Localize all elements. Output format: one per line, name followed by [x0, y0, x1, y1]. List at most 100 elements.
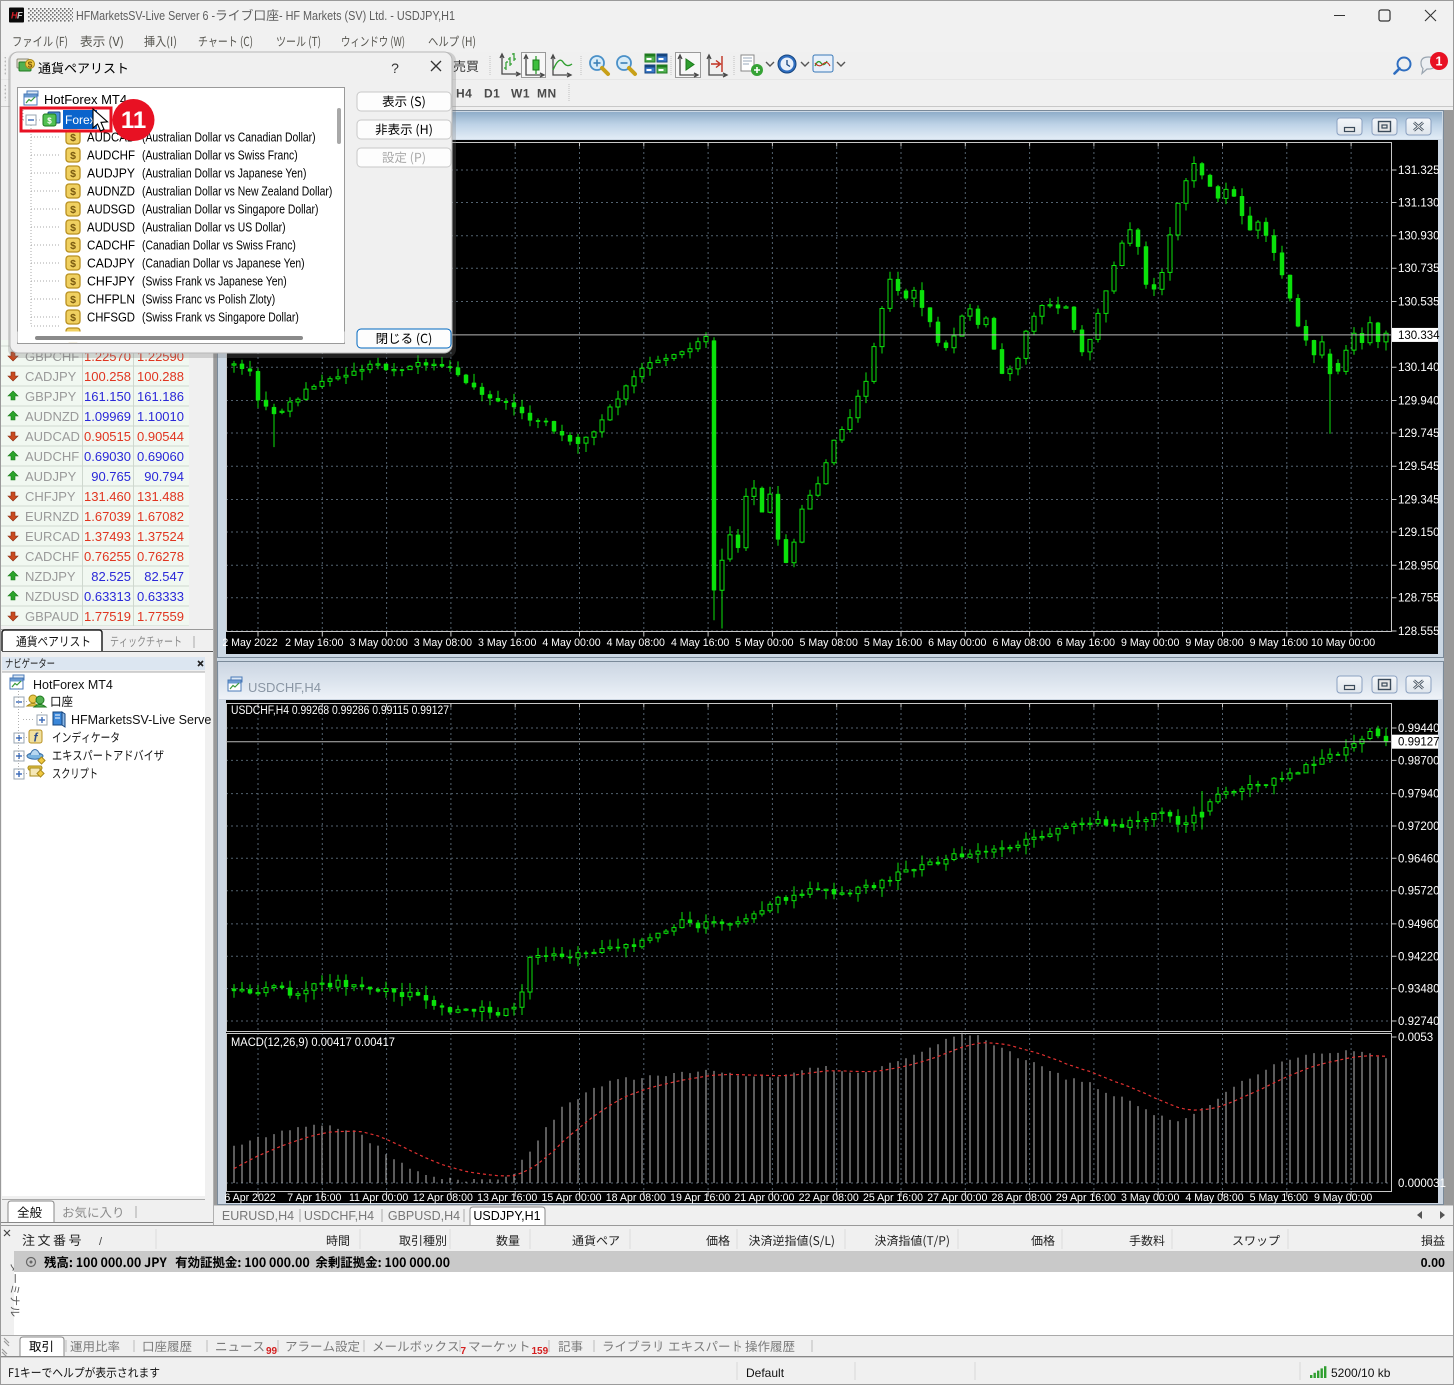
- svg-text:130.535: 130.535: [1398, 296, 1440, 308]
- svg-text:0.98700: 0.98700: [1398, 755, 1440, 767]
- svg-text:11 Apr 00:00: 11 Apr 00:00: [349, 1192, 408, 1204]
- svg-text:11: 11: [121, 107, 146, 134]
- svg-text:5 May 00:00: 5 May 00:00: [735, 637, 793, 649]
- svg-text:1.77519: 1.77519: [84, 609, 131, 624]
- svg-text:129.545: 129.545: [1398, 461, 1440, 473]
- svg-text:$: $: [47, 117, 52, 126]
- svg-text:1.09969: 1.09969: [84, 409, 131, 424]
- svg-text:HotForex MT4: HotForex MT4: [33, 678, 113, 692]
- svg-text:131.488: 131.488: [137, 489, 184, 504]
- svg-text:CHFSGD: CHFSGD: [87, 311, 135, 325]
- svg-text:EURNZD: EURNZD: [25, 509, 79, 524]
- svg-text:0.94220: 0.94220: [1398, 951, 1440, 963]
- svg-text:AUDCAD: AUDCAD: [25, 429, 80, 444]
- svg-text:6 May 00:00: 6 May 00:00: [928, 637, 986, 649]
- svg-text:CHFJPY: CHFJPY: [87, 275, 136, 289]
- svg-text:13 Apr 16:00: 13 Apr 16:00: [477, 1192, 537, 1204]
- svg-text:$: $: [70, 312, 76, 324]
- svg-text:(Canadian Dollar vs Swiss Fran: (Canadian Dollar vs Swiss Franc): [142, 239, 296, 253]
- svg-text:AUDNZD: AUDNZD: [87, 185, 135, 199]
- svg-text:0.00: 0.00: [1421, 1256, 1445, 1270]
- svg-text:GBPUSD,H4: GBPUSD,H4: [388, 1209, 460, 1223]
- svg-text:NZDUSD: NZDUSD: [25, 589, 79, 604]
- svg-text:0.93480: 0.93480: [1398, 984, 1440, 996]
- svg-text:0.69030: 0.69030: [84, 449, 131, 464]
- svg-text:0.0053: 0.0053: [1398, 1032, 1433, 1044]
- svg-text:0.63313: 0.63313: [84, 589, 131, 604]
- svg-text:130.735: 130.735: [1398, 263, 1440, 275]
- svg-text:HotForex MT4: HotForex MT4: [44, 92, 127, 107]
- svg-text:129.940: 129.940: [1398, 396, 1440, 408]
- svg-text:2 May 16:00: 2 May 16:00: [285, 637, 343, 649]
- svg-text:130.140: 130.140: [1398, 362, 1440, 374]
- svg-text:1.37524: 1.37524: [137, 529, 184, 544]
- svg-text:$: $: [70, 168, 76, 180]
- svg-text:99: 99: [266, 1346, 278, 1357]
- svg-text:9 May 16:00: 9 May 16:00: [1250, 637, 1308, 649]
- svg-text:NZDJPY: NZDJPY: [25, 569, 76, 584]
- svg-text:?: ?: [391, 60, 399, 76]
- svg-text:CHFJPY: CHFJPY: [25, 489, 76, 504]
- svg-text:21 Apr 00:00: 21 Apr 00:00: [734, 1192, 794, 1204]
- svg-text:5 May 08:00: 5 May 08:00: [800, 637, 858, 649]
- svg-text:22 Apr 08:00: 22 Apr 08:00: [799, 1192, 859, 1204]
- svg-text:4 May 08:00: 4 May 08:00: [1185, 1192, 1243, 1204]
- svg-text:10 May 00:00: 10 May 00:00: [1311, 637, 1375, 649]
- svg-text:AUDNZD: AUDNZD: [25, 409, 79, 424]
- svg-text:9 May 00:00: 9 May 00:00: [1121, 637, 1179, 649]
- svg-text:(Swiss Franc vs Polish Zloty): (Swiss Franc vs Polish Zloty): [142, 293, 275, 307]
- svg-text:161.150: 161.150: [84, 389, 131, 404]
- svg-text:28 Apr 08:00: 28 Apr 08:00: [992, 1192, 1052, 1204]
- svg-text:USDCHF,H4: USDCHF,H4: [248, 680, 321, 695]
- svg-text:100.258: 100.258: [84, 369, 131, 384]
- svg-text:6 Apr 2022: 6 Apr 2022: [224, 1192, 275, 1204]
- svg-text:129.150: 129.150: [1398, 527, 1440, 539]
- svg-text:129.745: 129.745: [1398, 428, 1440, 440]
- svg-text:GBPAUD: GBPAUD: [25, 609, 79, 624]
- svg-text:6 May 16:00: 6 May 16:00: [1057, 637, 1115, 649]
- svg-text:AUDCHF: AUDCHF: [25, 449, 79, 464]
- svg-text:130.334: 130.334: [1398, 330, 1440, 342]
- svg-text:82.525: 82.525: [91, 569, 131, 584]
- svg-text:1.77559: 1.77559: [137, 609, 184, 624]
- svg-text:4 May 16:00: 4 May 16:00: [671, 637, 729, 649]
- svg-text:$: $: [70, 294, 76, 306]
- svg-text:- HF Markets (SV) Ltd. - USDJP: - HF Markets (SV) Ltd. - USDJPY,H1: [279, 8, 455, 23]
- svg-text:D1: D1: [484, 87, 500, 101]
- svg-text:128.755: 128.755: [1398, 593, 1440, 605]
- svg-text:AUDSGD: AUDSGD: [87, 203, 135, 217]
- svg-text:F: F: [17, 11, 23, 21]
- svg-text:$: $: [70, 186, 76, 198]
- svg-text:4 May 08:00: 4 May 08:00: [607, 637, 665, 649]
- svg-text:0.90544: 0.90544: [137, 429, 184, 444]
- svg-text:0.94960: 0.94960: [1398, 919, 1440, 931]
- svg-text:1.67039: 1.67039: [84, 509, 131, 524]
- svg-text:5 May 16:00: 5 May 16:00: [1250, 1192, 1308, 1204]
- svg-text:$: $: [70, 258, 76, 270]
- svg-text:0.92740: 0.92740: [1398, 1016, 1440, 1028]
- svg-text:(Canadian Dollar vs Japanese Y: (Canadian Dollar vs Japanese Yen): [142, 257, 305, 271]
- svg-text:82.547: 82.547: [144, 569, 184, 584]
- svg-text:CADCHF: CADCHF: [25, 549, 79, 564]
- svg-text:9 May 08:00: 9 May 08:00: [1185, 637, 1243, 649]
- svg-text:CADJPY: CADJPY: [87, 257, 136, 271]
- svg-text:0.95720: 0.95720: [1398, 886, 1440, 898]
- svg-text:0.76255: 0.76255: [84, 549, 131, 564]
- svg-text:6 May 08:00: 6 May 08:00: [992, 637, 1050, 649]
- svg-text:90.794: 90.794: [144, 469, 184, 484]
- svg-text:100.288: 100.288: [137, 369, 184, 384]
- svg-text:(Swiss Frank vs Singapore Doll: (Swiss Frank vs Singapore Dollar): [142, 311, 299, 325]
- svg-text:EURCAD: EURCAD: [25, 529, 80, 544]
- svg-text:$: $: [70, 204, 76, 216]
- svg-text:7: 7: [461, 1346, 467, 1357]
- svg-text:(Australian Dollar vs US Dolla: (Australian Dollar vs US Dollar): [142, 221, 286, 235]
- svg-text:5200/10 kb: 5200/10 kb: [1331, 1366, 1391, 1380]
- svg-text:0.96460: 0.96460: [1398, 853, 1440, 865]
- svg-text:7 Apr 16:00: 7 Apr 16:00: [287, 1192, 341, 1204]
- svg-text:USDCHF,H4 0.99268 0.99286 0.9: USDCHF,H4 0.99268 0.99286 0.99115 0.9912…: [231, 705, 449, 717]
- svg-text:$: $: [70, 132, 76, 144]
- svg-text:129.345: 129.345: [1398, 495, 1440, 507]
- svg-text:1: 1: [1436, 55, 1443, 69]
- svg-text:AUDUSD: AUDUSD: [87, 221, 135, 235]
- svg-text:3 May 16:00: 3 May 16:00: [478, 637, 536, 649]
